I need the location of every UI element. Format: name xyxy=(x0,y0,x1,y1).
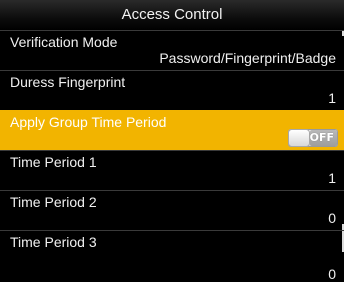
menu-item-value: 1 xyxy=(328,170,336,186)
menu-item-label: Time Period 2 xyxy=(10,194,97,210)
page-title-text: Access Control xyxy=(121,6,223,23)
menu-item-label: Apply Group Time Period xyxy=(10,114,167,130)
menu-item-duress-fingerprint[interactable]: Duress Fingerprint 1 xyxy=(0,70,344,110)
menu-item-label: Duress Fingerprint xyxy=(10,74,126,90)
menu-item-value: Password/Fingerprint/Badge xyxy=(159,50,336,66)
menu-item-verification-mode[interactable]: Verification Mode Password/Fingerprint/B… xyxy=(0,30,344,70)
page-title: Access Control xyxy=(0,0,344,30)
menu-item-value: 1 xyxy=(328,90,336,106)
menu-item-value: 0 xyxy=(328,266,336,282)
menu-item-apply-group-time-period[interactable]: Apply Group Time Period OFF xyxy=(0,110,344,150)
menu-item-time-period-3[interactable]: Time Period 3 0 xyxy=(0,230,344,282)
menu-item-time-period-1[interactable]: Time Period 1 1 xyxy=(0,150,344,190)
menu-item-label: Time Period 3 xyxy=(10,234,97,250)
menu-item-label: Time Period 1 xyxy=(10,154,97,170)
toggle-switch[interactable]: OFF xyxy=(288,129,338,147)
toggle-knob xyxy=(289,130,309,146)
menu-item-label: Verification Mode xyxy=(10,34,118,50)
menu-item-time-period-2[interactable]: Time Period 2 0 xyxy=(0,190,344,230)
menu-item-value: 0 xyxy=(328,210,336,226)
toggle-state-label: OFF xyxy=(309,131,334,144)
